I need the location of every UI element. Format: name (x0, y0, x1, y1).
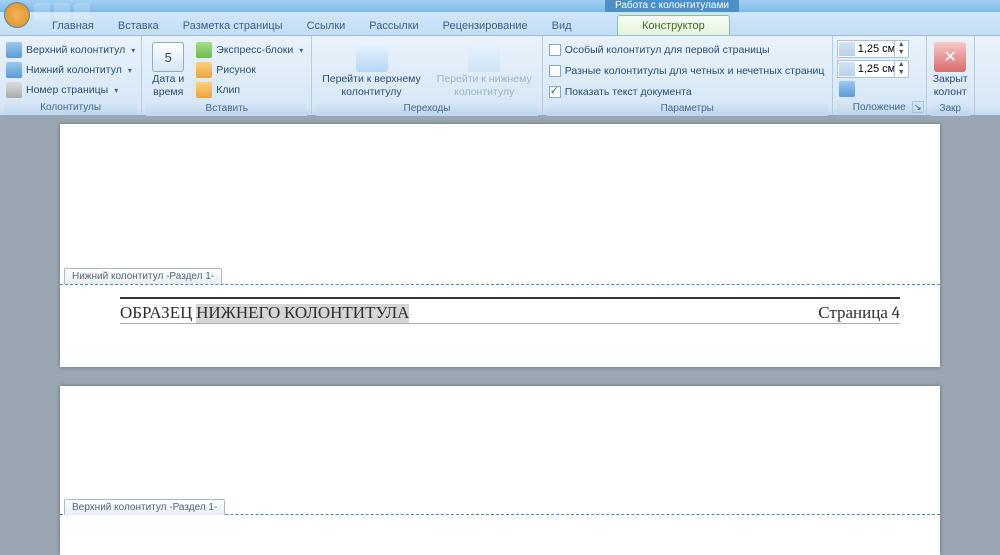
goto-footer-button: Перейти к нижнему колонтитулу (431, 40, 538, 102)
qat-undo-icon[interactable] (54, 3, 70, 19)
quickparts-icon (196, 42, 212, 58)
margin-top-icon (839, 42, 855, 56)
picture-icon (196, 62, 212, 78)
office-button[interactable] (4, 2, 30, 28)
clipart-icon (196, 82, 212, 98)
opt-show-doc-label: Показать текст документа (565, 87, 692, 98)
goto-header-icon (356, 42, 388, 72)
goto-footer-l1: Перейти к нижнему (437, 74, 532, 85)
group-label: Колонтитулы (4, 101, 137, 115)
opt-odd-even[interactable]: Разные колонтитулы для четных и нечетных… (547, 61, 827, 81)
close-l1: Закрыт (933, 74, 968, 85)
checkbox-icon[interactable] (549, 44, 561, 56)
tab-insert[interactable]: Вставка (106, 16, 171, 35)
spin-down-icon[interactable]: ▼ (894, 49, 908, 57)
goto-header-l1: Перейти к верхнему (322, 74, 421, 85)
footer-bottom-spinner[interactable]: ▲▼ (837, 60, 909, 78)
tab-references[interactable]: Ссылки (295, 16, 358, 35)
footer-right-text[interactable]: Страница 4 (818, 303, 900, 323)
page-number-icon (6, 82, 22, 98)
footer-left-text[interactable]: ОБРАЗЕЦ НИЖНЕГО КОЛОНТИТУЛА (120, 303, 409, 323)
align-tab-button[interactable] (837, 80, 909, 98)
chevron-down-icon: ▾ (114, 86, 118, 95)
footer-label: Нижний колонтитул (26, 65, 122, 76)
datetime-label-1: Дата и (152, 74, 184, 85)
group-label: Вставить (146, 102, 307, 116)
goto-header-button[interactable]: Перейти к верхнему колонтитулу (316, 40, 427, 102)
calendar-icon: 5 (152, 42, 184, 72)
header-top-spinner[interactable]: ▲▼ (837, 40, 909, 58)
picture-button[interactable]: Рисунок (194, 60, 305, 80)
dialog-launcher-icon[interactable]: ↘ (912, 101, 924, 113)
group-insert: 5 Дата и время Экспресс-блоки ▾ Рисунок … (142, 36, 312, 115)
goto-footer-icon (468, 42, 500, 72)
group-label: Положение (837, 101, 922, 115)
header-top-input[interactable] (856, 43, 894, 55)
quickparts-button[interactable]: Экспресс-блоки ▾ (194, 40, 305, 60)
page-2[interactable]: Верхний колонтитул -Раздел 1- (60, 386, 940, 555)
margin-bottom-icon (839, 62, 855, 76)
footer-section-tag[interactable]: Нижний колонтитул -Раздел 1- (64, 268, 222, 284)
footer-left-a: ОБРАЗЕЦ (120, 304, 192, 323)
checkbox-checked-icon[interactable] (549, 86, 561, 98)
opt-first-page-label: Особый колонтитул для первой страницы (565, 45, 770, 56)
header-section-tag[interactable]: Верхний колонтитул -Раздел 1- (64, 499, 225, 515)
quickparts-label: Экспресс-блоки (216, 45, 293, 56)
opt-first-page[interactable]: Особый колонтитул для первой страницы (547, 40, 827, 60)
tab-view[interactable]: Вид (540, 16, 584, 35)
qat-save-icon[interactable] (34, 3, 50, 19)
group-close: ✕ Закрыт колонт Закр (927, 36, 975, 115)
footer-icon (6, 62, 22, 78)
header-button[interactable]: Верхний колонтитул ▾ (4, 40, 137, 60)
clipart-button[interactable]: Клип (194, 80, 305, 100)
page-number-label: Номер страницы (26, 85, 108, 96)
chevron-down-icon: ▾ (131, 46, 135, 55)
document-workspace[interactable]: Нижний колонтитул -Раздел 1- ОБРАЗЕЦ НИЖ… (0, 116, 1000, 555)
chevron-down-icon: ▾ (299, 46, 303, 55)
group-options: Особый колонтитул для первой страницы Ра… (543, 36, 833, 115)
footer-boundary (60, 284, 940, 285)
close-headerfooter-button[interactable]: ✕ Закрыт колонт (931, 40, 970, 102)
footer-left-b-selected: НИЖНЕГО КОЛОНТИТУЛА (196, 304, 409, 323)
spin-down-icon[interactable]: ▼ (894, 69, 908, 77)
page-number-button[interactable]: Номер страницы ▾ (4, 80, 137, 100)
quick-access-toolbar (34, 3, 90, 19)
goto-footer-l2: колонтитулу (454, 87, 514, 98)
page-1[interactable]: Нижний колонтитул -Раздел 1- ОБРАЗЕЦ НИЖ… (60, 124, 940, 367)
tab-mailings[interactable]: Рассылки (357, 16, 430, 35)
clipart-label: Клип (216, 85, 240, 96)
datetime-label-2: время (153, 87, 183, 98)
picture-label: Рисунок (216, 65, 256, 76)
checkbox-icon[interactable] (549, 65, 561, 77)
opt-odd-even-label: Разные колонтитулы для четных и нечетных… (565, 66, 825, 77)
datetime-button[interactable]: 5 Дата и время (146, 40, 190, 102)
qat-redo-icon[interactable] (74, 3, 90, 19)
ribbon: Верхний колонтитул ▾ Нижний колонтитул ▾… (0, 36, 1000, 116)
ribbon-tabs: Главная Вставка Разметка страницы Ссылки… (0, 12, 1000, 36)
title-bar: Работа с колонтитулами (0, 0, 1000, 12)
align-tab-icon (839, 81, 855, 97)
header-label: Верхний колонтитул (26, 45, 125, 56)
group-headerfooter: Верхний колонтитул ▾ Нижний колонтитул ▾… (0, 36, 142, 115)
spin-up-icon[interactable]: ▲ (894, 41, 908, 49)
tab-design[interactable]: Конструктор (617, 15, 730, 35)
header-icon (6, 42, 22, 58)
footer-bottom-input[interactable] (856, 63, 894, 75)
group-label: Параметры (547, 102, 828, 116)
group-navigation: Перейти к верхнему колонтитулу Перейти к… (312, 36, 542, 115)
tab-review[interactable]: Рецензирование (431, 16, 540, 35)
group-label: Закр (931, 102, 970, 116)
tab-page-layout[interactable]: Разметка страницы (171, 16, 295, 35)
spin-up-icon[interactable]: ▲ (894, 61, 908, 69)
group-label: Переходы (316, 102, 537, 116)
group-position: ▲▼ ▲▼ ↘ Положение (833, 36, 927, 115)
goto-header-l2: колонтитулу (341, 87, 401, 98)
contextual-tab-title: Работа с колонтитулами (605, 0, 739, 12)
footer-content[interactable]: ОБРАЗЕЦ НИЖНЕГО КОЛОНТИТУЛА Страница 4 (120, 297, 900, 324)
close-l2: колонт (934, 87, 967, 98)
opt-show-doc[interactable]: Показать текст документа (547, 82, 827, 102)
footer-button[interactable]: Нижний колонтитул ▾ (4, 60, 137, 80)
close-icon: ✕ (934, 42, 966, 72)
chevron-down-icon: ▾ (128, 66, 132, 75)
